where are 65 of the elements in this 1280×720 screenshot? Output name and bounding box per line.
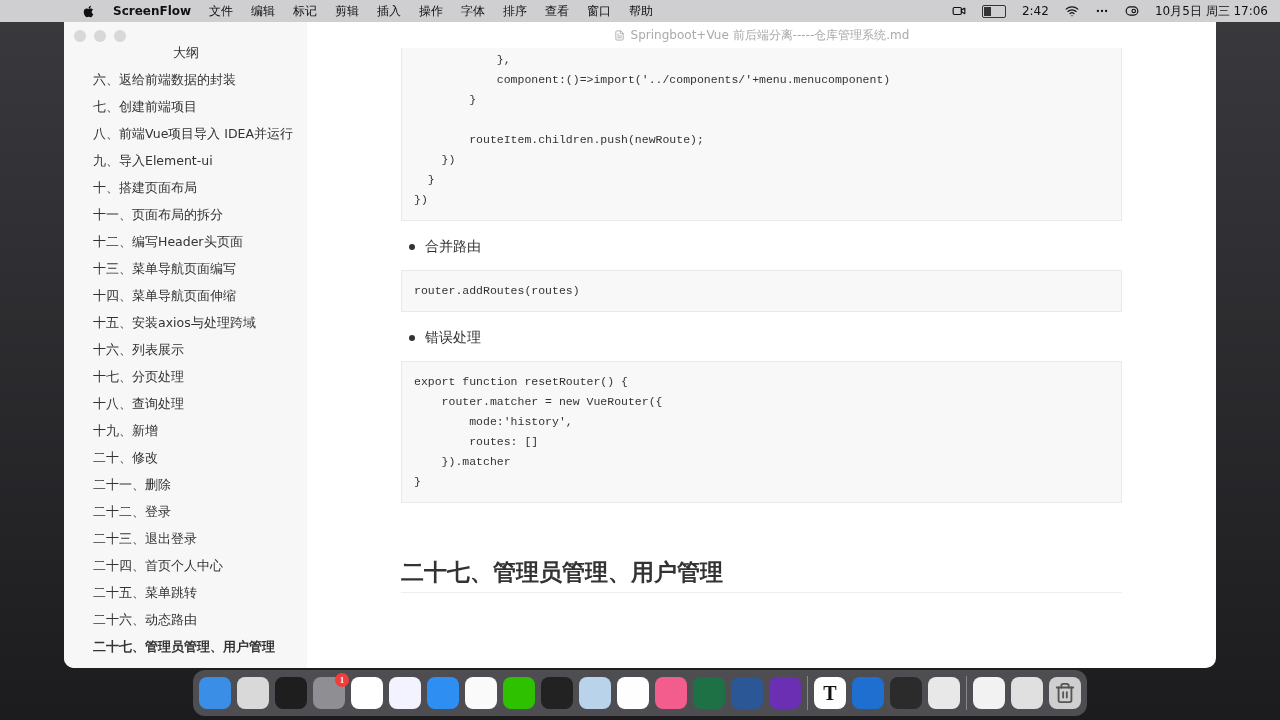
- app-icon[interactable]: [579, 677, 611, 709]
- outline-item[interactable]: 十四、菜单导航页面伸缩: [64, 282, 307, 309]
- bullet-dot: [409, 244, 415, 250]
- outline-item[interactable]: 十二、编写Header头页面: [64, 228, 307, 255]
- menu-item[interactable]: 剪辑: [335, 2, 360, 20]
- app-icon[interactable]: T: [814, 677, 846, 709]
- outline-item[interactable]: 十九、新增: [64, 417, 307, 444]
- menu-item[interactable]: 排序: [503, 2, 528, 20]
- outline-item[interactable]: 六、返给前端数据的封装: [64, 66, 307, 93]
- menu-item[interactable]: 查看: [545, 2, 570, 20]
- code-block: }, component:()=>import('../components/'+menu.menucomponent) } routeItem.children.push(newRoute); }) } }): [401, 48, 1122, 221]
- app-icon[interactable]: [1011, 677, 1043, 709]
- outline-item[interactable]: 二十一、删除: [64, 471, 307, 498]
- outline-item[interactable]: 二十、修改: [64, 444, 307, 471]
- outline-title: 大纲: [171, 44, 200, 62]
- outline-item[interactable]: 二十六、动态路由: [64, 606, 307, 633]
- outline-item[interactable]: 十七、分页处理: [64, 363, 307, 390]
- app-icon[interactable]: [928, 677, 960, 709]
- app-icon[interactable]: [973, 677, 1005, 709]
- menu-clock: 10月5日 周三 17:06: [1154, 2, 1268, 20]
- document-icon: [613, 29, 625, 41]
- window-title: Springboot+Vue 前后端分离-----仓库管理系统.md: [630, 26, 910, 44]
- trash-icon[interactable]: [1049, 677, 1081, 709]
- outline-item[interactable]: 十、搭建页面布局: [64, 174, 307, 201]
- app-icon[interactable]: [351, 677, 383, 709]
- menu-item[interactable]: 插入: [377, 2, 402, 20]
- bullet-dot: [409, 335, 415, 341]
- outline-item[interactable]: 二十二、登录: [64, 498, 307, 525]
- outline-item[interactable]: 十一、页面布局的拆分: [64, 201, 307, 228]
- app-icon[interactable]: [617, 677, 649, 709]
- menu-item[interactable]: 编辑: [251, 2, 276, 20]
- outline-item[interactable]: 九、导入Element-ui: [64, 147, 307, 174]
- bullet-text: 错误处理: [425, 329, 481, 347]
- outline-item[interactable]: 十八、查询处理: [64, 390, 307, 417]
- wifi-icon[interactable]: [1064, 4, 1079, 18]
- menu-item[interactable]: 操作: [419, 2, 444, 20]
- app-icon[interactable]: [389, 677, 421, 709]
- menu-item[interactable]: 窗口: [587, 2, 612, 20]
- outline-item[interactable]: 二十五、菜单跳转: [64, 579, 307, 606]
- outline-item[interactable]: 十五、安装axios与处理跨域: [64, 309, 307, 336]
- app-menu[interactable]: ScreenFlow: [113, 4, 192, 18]
- outline-item[interactable]: 二十七、管理员管理、用户管理: [64, 633, 307, 660]
- outline-item[interactable]: 二十四、首页个人中心: [64, 552, 307, 579]
- app-icon[interactable]: [465, 677, 497, 709]
- outline-item[interactable]: 十三、菜单导航页面编写: [64, 255, 307, 282]
- app-icon[interactable]: [237, 677, 269, 709]
- outline-item[interactable]: 二十三、退出登录: [64, 525, 307, 552]
- section-heading: 二十七、管理员管理、用户管理: [401, 557, 1122, 593]
- control-center-icon[interactable]: [1124, 4, 1139, 18]
- notification-badge: 1: [335, 673, 349, 687]
- app-icon[interactable]: [503, 677, 535, 709]
- menu-item[interactable]: 文件: [209, 2, 234, 20]
- camera-icon[interactable]: [951, 4, 966, 18]
- menu-item[interactable]: 帮助: [629, 2, 654, 20]
- outline-item[interactable]: 八、前端Vue项目导入 IDEA并运行: [64, 120, 307, 147]
- code-block: router.addRoutes(routes): [401, 270, 1122, 312]
- apple-icon[interactable]: [82, 4, 95, 18]
- menu-item[interactable]: 字体: [461, 2, 486, 20]
- outline-item[interactable]: 十六、列表展示: [64, 336, 307, 363]
- battery-time: 2:42: [1021, 4, 1049, 18]
- code-block: export function resetRouter() { router.matcher = new VueRouter({ mode:'history', routes: [] }).matcher }: [401, 361, 1122, 503]
- outline-item[interactable]: 七、创建前端项目: [64, 93, 307, 120]
- bullet-text: 合并路由: [425, 238, 481, 256]
- battery-icon[interactable]: [981, 4, 1006, 18]
- menu-item[interactable]: 标记: [293, 2, 318, 20]
